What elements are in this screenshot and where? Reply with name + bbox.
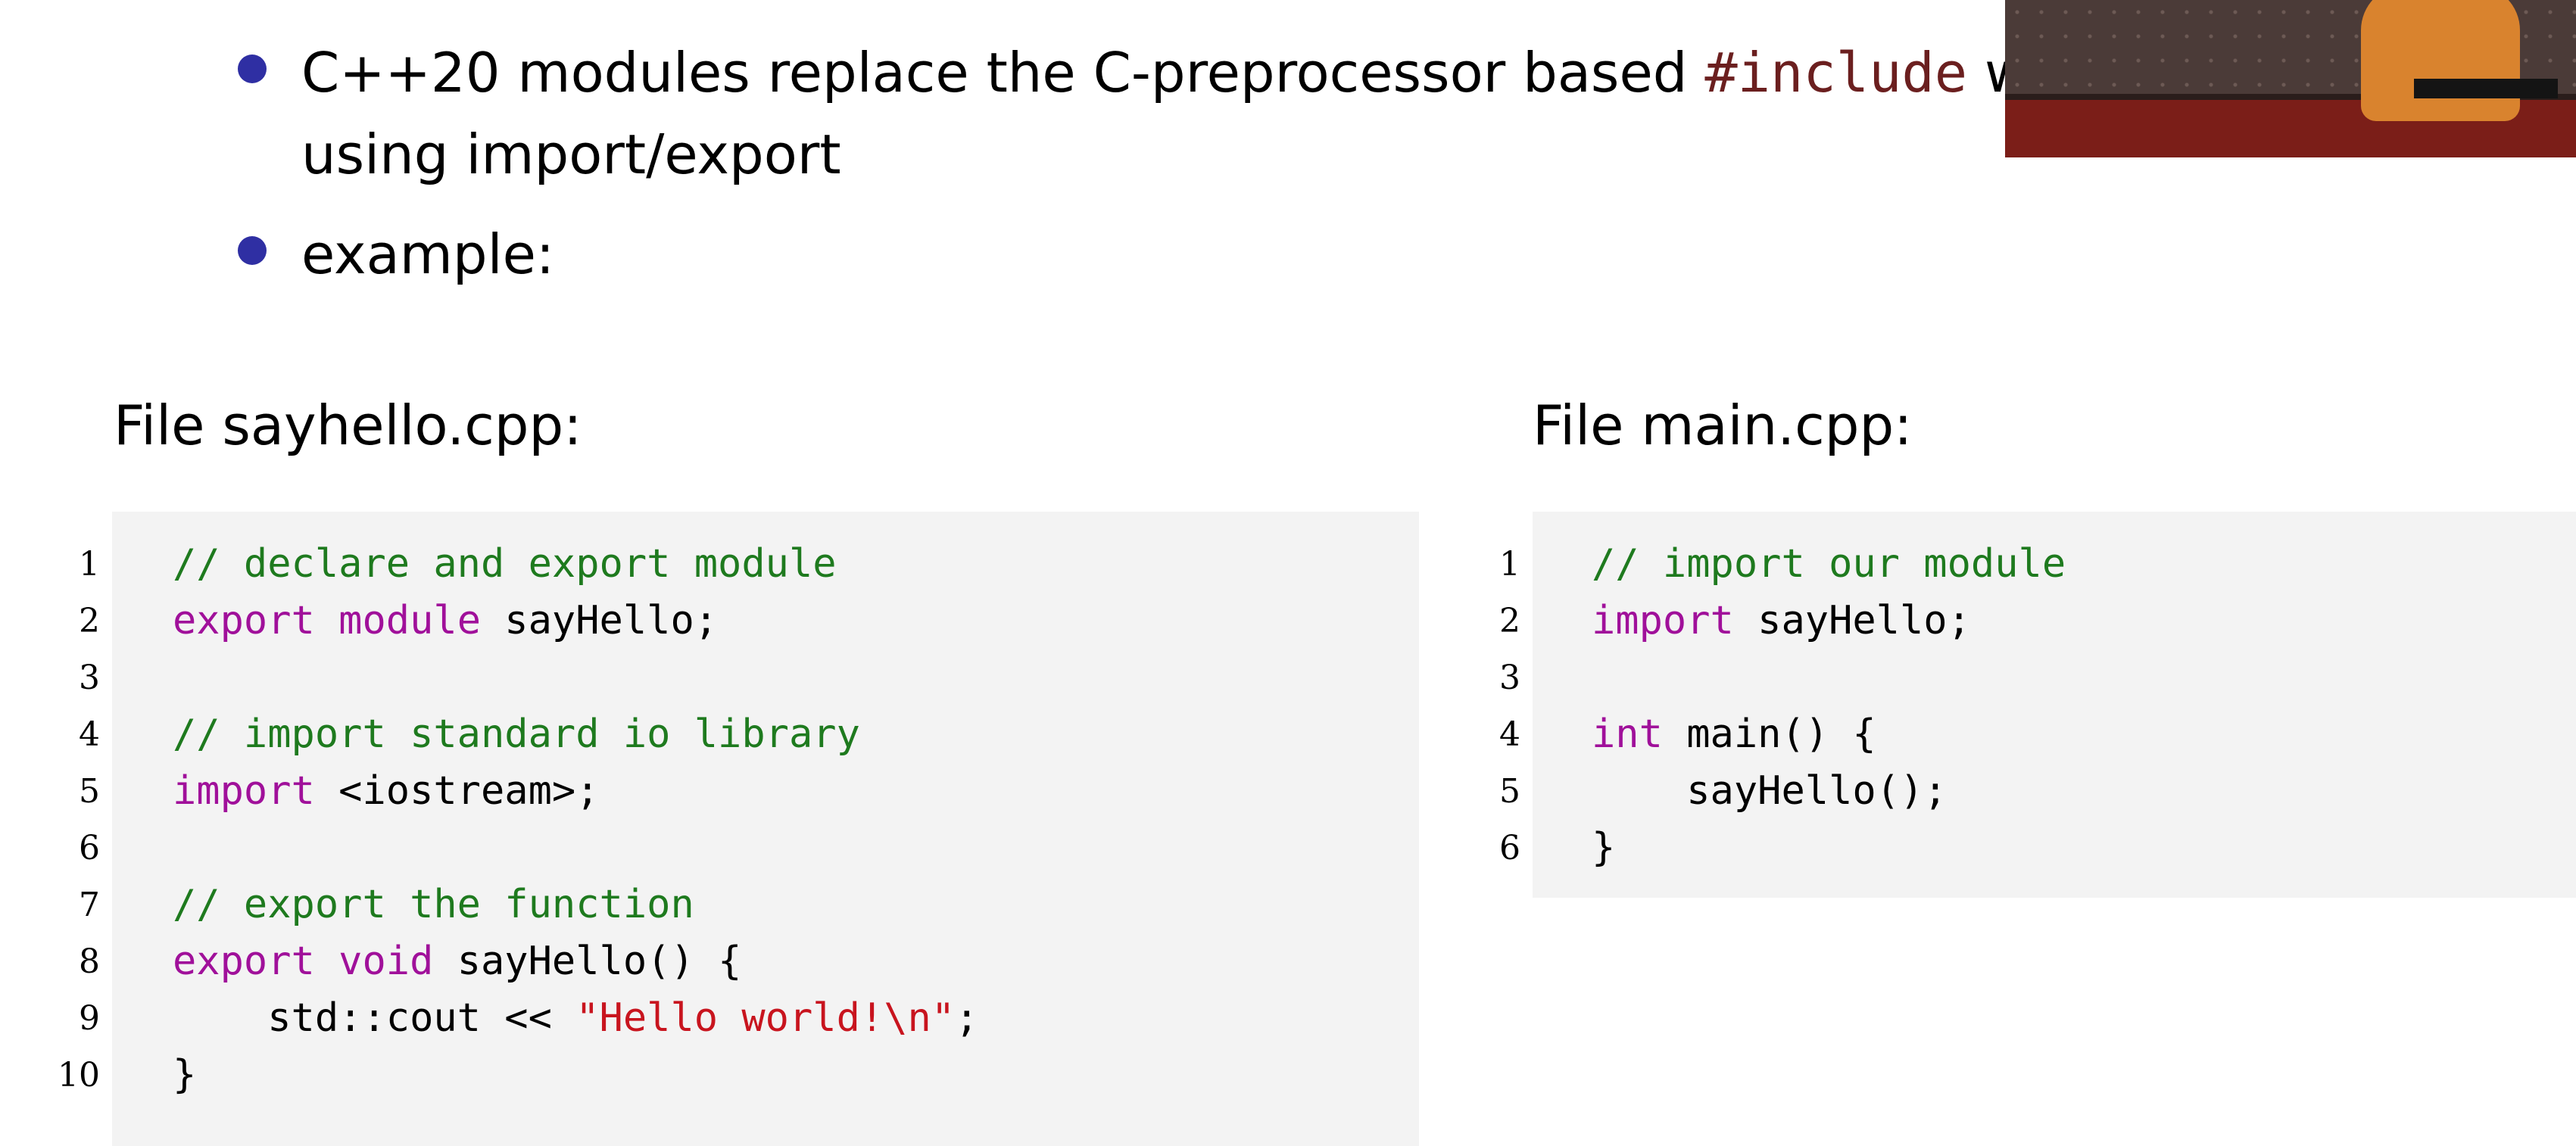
code-token-keyword: module (338, 598, 481, 643)
code-token-plain: sayHello; (481, 598, 719, 643)
code-line: import <iostream>; (173, 763, 600, 820)
bullet-text: example: (301, 223, 555, 286)
line-number: 4 (79, 715, 100, 754)
code-token-comment: // declare and export module (173, 541, 837, 587)
code-token-plain: std::cout << (173, 995, 576, 1041)
bullet-item-example: example: (301, 213, 554, 295)
code-token-comment: // export the function (173, 882, 694, 927)
webcam-laptop (2414, 79, 2558, 98)
code-token-keyword: import (1592, 598, 1734, 643)
code-token-keyword: int (1592, 712, 1663, 757)
line-number: 3 (79, 659, 100, 697)
code-token-keyword: import (173, 768, 315, 814)
line-number: 1 (79, 545, 100, 584)
line-number: 2 (1499, 602, 1520, 640)
code-token-string: "Hello world!\n" (575, 995, 956, 1041)
bullet-text: using import/export (301, 123, 841, 186)
line-number: 8 (79, 942, 100, 981)
code-token-plain: main() { (1662, 712, 1876, 757)
bullet-item-modules-continuation: using import/export (301, 114, 841, 195)
code-token-plain: <iostream>; (314, 768, 600, 814)
line-number: 1 (1499, 545, 1520, 584)
line-number: 10 (58, 1056, 100, 1095)
code-line: // import standard io library (173, 706, 860, 763)
code-token-plain: } (173, 1052, 197, 1098)
inline-code-include: #include (1704, 41, 1968, 104)
right-file-title: File main.cpp: (1533, 394, 1913, 457)
code-line: // declare and export module (173, 536, 837, 593)
code-line: import sayHello; (1592, 593, 1971, 649)
code-line: export void sayHello() { (173, 933, 741, 990)
line-number: 6 (1499, 829, 1520, 867)
code-line: // export the function (173, 877, 694, 933)
code-token-keyword: export (173, 598, 315, 643)
code-token-comment: // import standard io library (173, 712, 860, 757)
code-line: sayHello(); (1592, 763, 1948, 820)
line-number: 6 (79, 829, 100, 867)
code-token-keyword: export (173, 939, 315, 984)
code-line: } (1592, 820, 1615, 877)
line-number: 5 (79, 772, 100, 811)
code-line: int main() { (1592, 706, 1876, 763)
code-token-plain: sayHello; (1733, 598, 1971, 643)
webcam-presenter (2361, 0, 2520, 121)
line-number: 7 (79, 886, 100, 924)
code-line: std::cout << "Hello world!\n"; (173, 990, 978, 1047)
bullet-dot (238, 54, 267, 83)
line-number: 4 (1499, 715, 1520, 754)
code-token-plain: sayHello() { (433, 939, 742, 984)
webcam-video-overlay (2005, 0, 2576, 157)
left-file-title: File sayhello.cpp: (114, 394, 582, 457)
bullet-dot (238, 236, 267, 265)
code-token-comment: // import our module (1592, 541, 2066, 587)
code-line: // import our module (1592, 536, 2066, 593)
code-token-plain: } (1592, 825, 1616, 870)
code-line: } (173, 1047, 196, 1104)
line-number: 2 (79, 602, 100, 640)
code-token-plain: ; (955, 995, 979, 1041)
line-number: 9 (79, 999, 100, 1038)
code-token-keyword: void (338, 939, 434, 984)
bullet-text: C++20 modules replace the C-preprocessor… (301, 41, 1705, 104)
code-token-plain: sayHello(); (1592, 768, 1948, 814)
bullet-item-modules: C++20 modules replace the C-preprocessor… (301, 32, 2029, 114)
line-number: 5 (1499, 772, 1520, 811)
line-number: 3 (1499, 659, 1520, 697)
code-line: export module sayHello; (173, 593, 718, 649)
